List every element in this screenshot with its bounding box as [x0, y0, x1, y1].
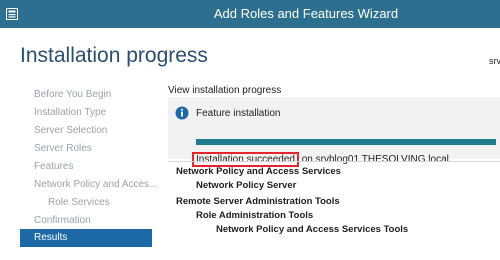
result-item-rsat: Remote Server Administration Tools [176, 196, 340, 207]
destination-server-label: srvb [488, 56, 500, 66]
page-title: Installation progress [20, 44, 208, 67]
sidebar-item-role-services: Role Services [48, 197, 110, 208]
info-icon [175, 106, 189, 120]
window-title: Add Roles and Features Wizard [213, 6, 399, 21]
feature-installation-label: Feature installation [196, 108, 281, 119]
sidebar-item-features: Features [34, 161, 74, 172]
wizard-header: Installation progress srvb [0, 28, 500, 84]
title-bar: Add Roles and Features Wizard [0, 0, 500, 28]
sidebar-item-installation-type: Installation Type [34, 107, 107, 118]
sidebar-item-network-policy: Network Policy and Acces... [34, 179, 158, 190]
result-item-npas-tools: Network Policy and Access Services Tools [216, 224, 409, 235]
results-list: Network Policy and Access Services Netwo… [168, 161, 500, 260]
installation-progress-bar [196, 139, 496, 145]
result-item-role-admin-tools: Role Administration Tools [196, 210, 314, 221]
installation-panel: Feature installation Installation succee… [168, 97, 500, 167]
wizard-sidebar: Before You Begin Installation Type Serve… [0, 84, 160, 259]
sidebar-item-results[interactable]: Results [20, 229, 152, 247]
sidebar-item-server-selection: Server Selection [34, 125, 108, 136]
sidebar-item-confirmation: Confirmation [34, 215, 91, 226]
sidebar-item-before-you-begin: Before You Begin [34, 89, 112, 100]
result-item-nps: Network Policy Server [196, 180, 297, 191]
result-item-npas: Network Policy and Access Services [176, 166, 341, 177]
progress-fill [196, 139, 496, 145]
view-progress-label: View installation progress [168, 85, 282, 96]
sidebar-item-server-roles: Server Roles [34, 143, 92, 154]
main-content: View installation progress Feature insta… [168, 84, 500, 259]
